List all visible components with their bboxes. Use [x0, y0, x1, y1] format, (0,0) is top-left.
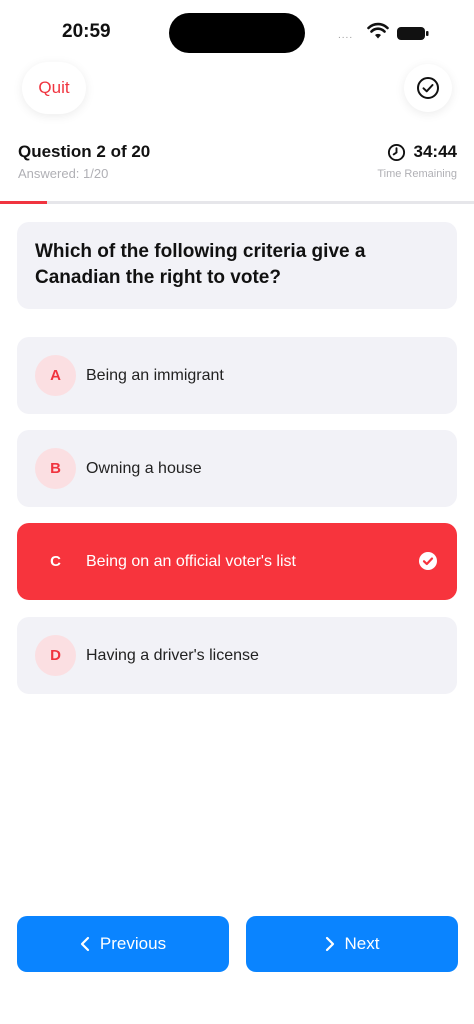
progress-bar-fill	[0, 201, 48, 204]
status-time: 20:59	[62, 21, 111, 42]
quiz-screen: 20:59 .... Quit Question 2 of 20 Answere…	[0, 0, 474, 1024]
option-letter: A	[35, 355, 76, 396]
option-d[interactable]: D Having a driver's license	[17, 617, 457, 694]
timer-value: 34:44	[413, 142, 457, 161]
option-letter: C	[50, 553, 61, 570]
next-label: Next	[344, 934, 380, 953]
clock-icon	[387, 143, 405, 161]
option-text: Being on an official voter's list	[86, 552, 296, 570]
signal-icon: ....	[338, 30, 354, 41]
selected-check-icon	[419, 552, 437, 570]
option-b[interactable]: B Owning a house	[17, 430, 457, 507]
answered-count: Answered: 1/20	[18, 166, 109, 181]
question-text: Which of the following criteria give a C…	[35, 241, 366, 288]
timer-label: Time Remaining	[377, 168, 457, 180]
option-text: Being an immigrant	[86, 366, 224, 384]
option-letter: D	[35, 635, 76, 676]
question-card: Which of the following criteria give a C…	[17, 222, 457, 309]
dynamic-island	[169, 13, 305, 53]
option-letter: B	[35, 448, 76, 489]
option-text: Having a driver's license	[86, 646, 259, 664]
option-c[interactable]: C Being on an official voter's list	[17, 523, 457, 600]
submit-button[interactable]	[404, 64, 452, 112]
battery-icon	[397, 27, 429, 40]
check-circle-icon	[417, 77, 439, 99]
quit-button[interactable]: Quit	[22, 62, 86, 114]
timer: 34:44	[387, 142, 457, 162]
wifi-icon	[367, 22, 389, 39]
chevron-right-icon	[325, 936, 334, 952]
next-button[interactable]: Next	[246, 916, 458, 972]
question-counter: Question 2 of 20	[18, 142, 151, 161]
previous-label: Previous	[99, 934, 167, 953]
option-a[interactable]: A Being an immigrant	[17, 337, 457, 414]
progress-bar	[0, 201, 474, 204]
previous-button[interactable]: Previous	[17, 916, 229, 972]
option-text: Owning a house	[86, 459, 202, 477]
chevron-left-icon	[80, 936, 90, 952]
